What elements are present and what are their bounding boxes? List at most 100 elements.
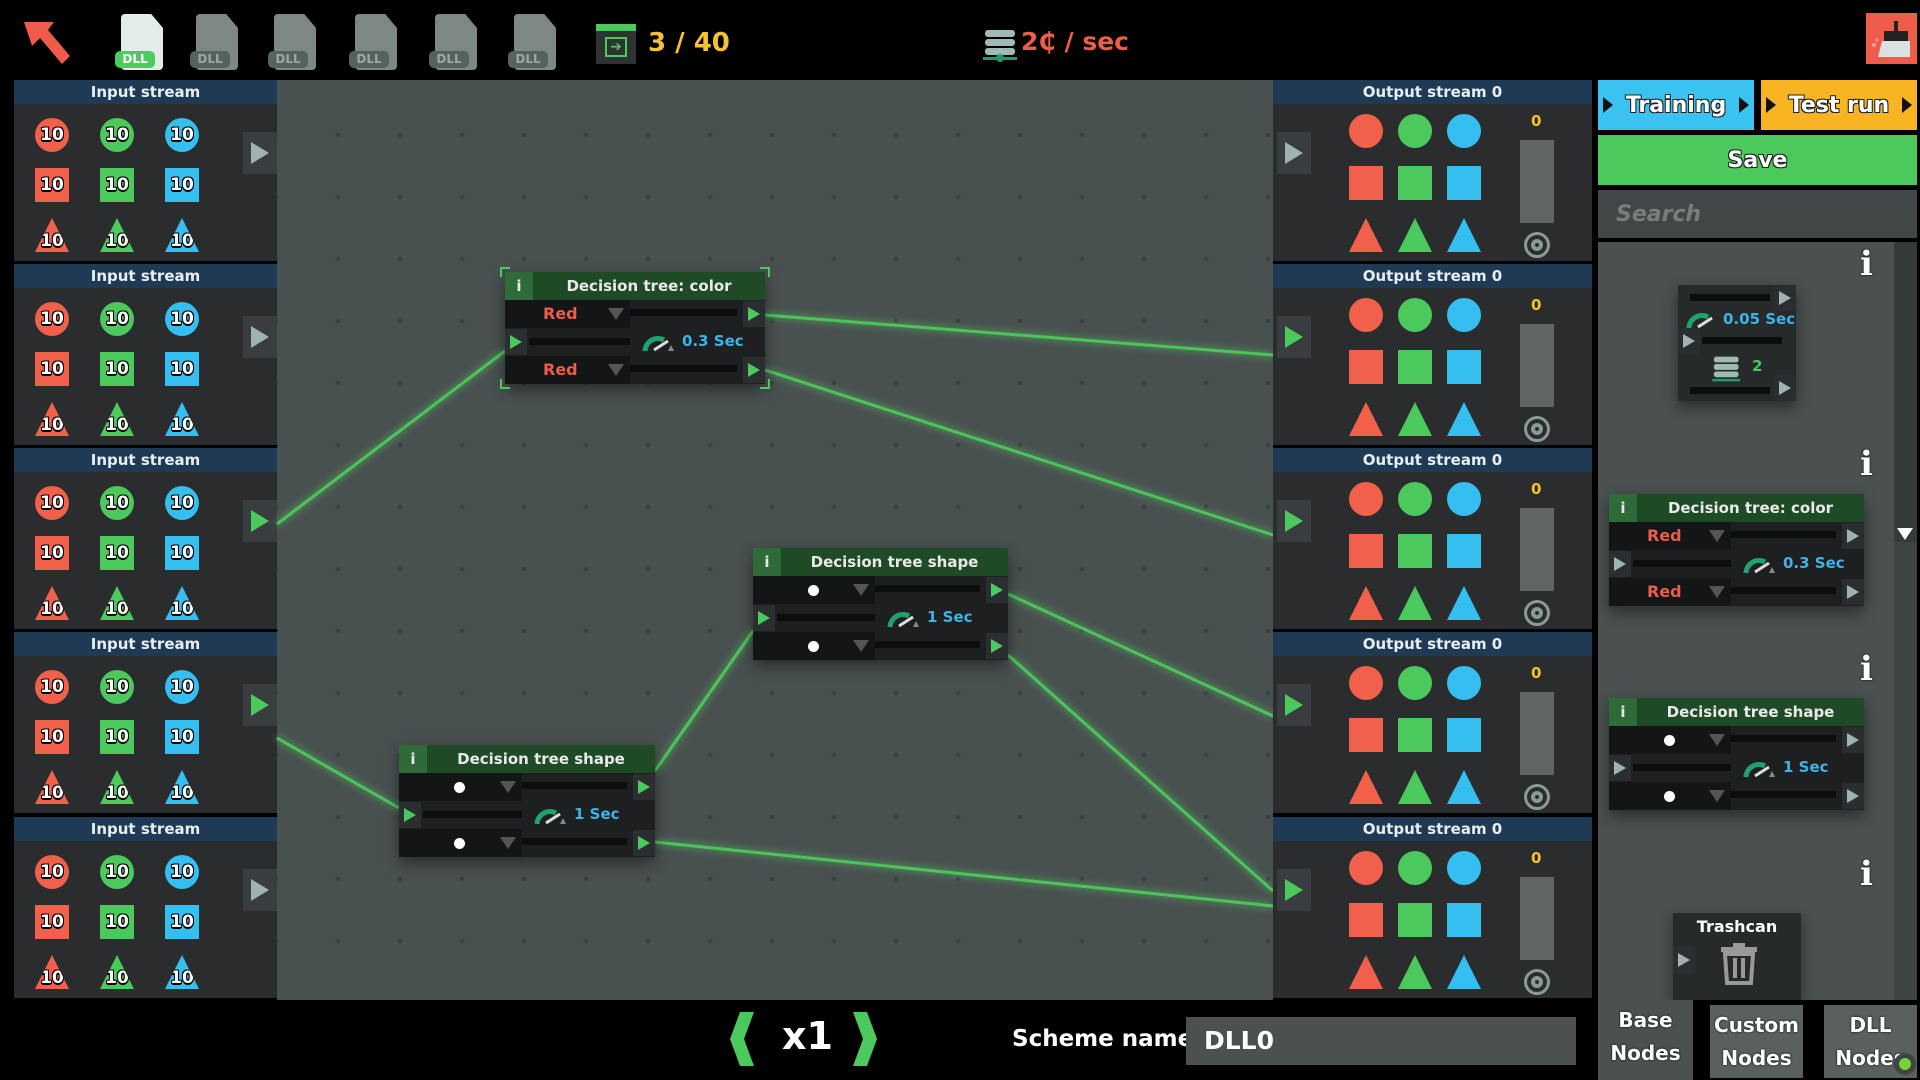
play-icon xyxy=(1847,529,1859,543)
bottom-filter-dropdown[interactable] xyxy=(399,829,522,857)
play-icon xyxy=(1847,733,1859,747)
scheme-name-label: Scheme name : xyxy=(1012,1026,1211,1052)
dll-slot-2[interactable]: DLL xyxy=(190,14,242,72)
input-stream-output-port[interactable] xyxy=(243,316,277,358)
dll-slot-1[interactable]: DLL xyxy=(115,14,167,72)
input-stream-title: Input stream xyxy=(14,448,277,472)
library-node[interactable]: i Decision tree: color Red 0.3 Sec Red xyxy=(1609,494,1864,606)
output-port[interactable] xyxy=(1842,579,1864,605)
output-port[interactable] xyxy=(633,830,655,856)
input-port[interactable] xyxy=(1609,755,1631,781)
dll-slot-6[interactable]: DLL xyxy=(508,14,560,72)
save-button[interactable]: Save xyxy=(1598,135,1917,185)
count-value: 10 xyxy=(40,125,64,145)
input-stream-panel: Input stream 10 10 10 10 10 10 10 10 10 xyxy=(14,80,277,261)
connector-bar xyxy=(1731,735,1836,742)
count-value: 10 xyxy=(170,175,194,195)
info-icon[interactable]: i xyxy=(1860,854,1873,894)
library-trashcan-node[interactable]: Trashcan xyxy=(1673,913,1801,1000)
output-port[interactable] xyxy=(986,577,1008,603)
top-filter-dropdown[interactable]: Red xyxy=(1609,522,1732,550)
node-canvas[interactable] xyxy=(277,80,1273,1000)
green-square-target xyxy=(1398,903,1432,937)
play-icon xyxy=(251,326,269,348)
decision-tree-node[interactable]: i Decision tree shape 1 Sec xyxy=(753,548,1008,660)
decision-tree-node[interactable]: i Decision tree: color Red 0.3 Sec Red xyxy=(500,267,770,389)
output-stream-input-port[interactable] xyxy=(1277,316,1311,358)
output-stream-input-port[interactable] xyxy=(1277,132,1311,174)
output-port[interactable] xyxy=(633,774,655,800)
target-icon[interactable] xyxy=(1524,232,1550,258)
tab-base-nodes[interactable]: Base Nodes xyxy=(1598,1000,1693,1080)
training-button[interactable]: Training xyxy=(1598,80,1754,130)
count-value: 10 xyxy=(105,912,129,932)
scrollbar[interactable] xyxy=(1894,242,1917,1000)
bottom-filter-dropdown[interactable]: Red xyxy=(1609,578,1732,606)
output-port[interactable] xyxy=(743,301,765,327)
target-icon[interactable] xyxy=(1524,784,1550,810)
level-icon: ➔ xyxy=(596,24,636,64)
input-stream-panel: Input stream 10 10 10 10 10 10 10 10 10 xyxy=(14,817,277,998)
bottom-filter-dropdown[interactable] xyxy=(1609,782,1732,810)
count-value: 10 xyxy=(170,125,194,145)
output-stream-input-port[interactable] xyxy=(1277,869,1311,911)
output-port[interactable] xyxy=(1842,727,1864,753)
input-port[interactable] xyxy=(753,605,775,631)
output-port[interactable] xyxy=(1842,783,1864,809)
node-info-button[interactable]: i xyxy=(753,548,781,576)
input-stream-output-port[interactable] xyxy=(243,500,277,542)
info-icon[interactable]: i xyxy=(1860,649,1873,689)
delay-time: 0.05 Sec xyxy=(1723,310,1796,328)
output-stream-input-port[interactable] xyxy=(1277,684,1311,726)
scroll-down-icon[interactable] xyxy=(1897,528,1913,540)
tab-dll-nodes[interactable]: DLL Nodes xyxy=(1824,1005,1917,1078)
node-info-button[interactable]: i xyxy=(1609,698,1637,726)
node-info-button[interactable]: i xyxy=(1609,494,1637,522)
tab-custom-nodes[interactable]: Custom Nodes xyxy=(1710,1005,1803,1078)
top-filter-dropdown[interactable]: Red xyxy=(505,300,630,328)
count-value: 10 xyxy=(105,175,129,195)
count-value: 10 xyxy=(40,862,64,882)
node-processing-time: 1 Sec xyxy=(574,805,620,823)
dll-slot-4[interactable]: DLL xyxy=(349,14,401,72)
library-node[interactable]: i Decision tree shape 1 Sec xyxy=(1609,698,1864,810)
speed-increase-button[interactable] xyxy=(851,1012,879,1066)
count-value: 10 xyxy=(40,415,64,435)
top-filter-dropdown[interactable] xyxy=(753,576,876,604)
target-icon[interactable] xyxy=(1524,600,1550,626)
output-stream-input-port[interactable] xyxy=(1277,500,1311,542)
target-icon[interactable] xyxy=(1524,969,1550,995)
red-triangle-target xyxy=(1349,955,1383,989)
input-port[interactable] xyxy=(399,802,421,828)
back-arrow-icon[interactable] xyxy=(22,20,72,66)
count-value: 10 xyxy=(105,309,129,329)
output-port[interactable] xyxy=(986,633,1008,659)
dll-slot-3[interactable]: DLL xyxy=(268,14,320,72)
search-input[interactable] xyxy=(1598,190,1917,238)
dll-slot-5[interactable]: DLL xyxy=(429,14,481,72)
input-stream-output-port[interactable] xyxy=(243,132,277,174)
node-info-button[interactable]: i xyxy=(399,745,427,773)
top-filter-dropdown[interactable] xyxy=(399,773,522,801)
info-icon[interactable]: i xyxy=(1860,244,1873,284)
output-count: 0 xyxy=(1531,112,1542,130)
library-delay-node[interactable]: 0.05 Sec 2 xyxy=(1678,285,1796,401)
clear-button[interactable] xyxy=(1866,13,1917,64)
input-port[interactable] xyxy=(1609,551,1631,577)
scheme-name-input[interactable]: DLL0 xyxy=(1186,1017,1576,1065)
bottom-filter-dropdown[interactable]: Red xyxy=(505,356,630,384)
green-circle-target xyxy=(1398,851,1432,885)
input-stream-output-port[interactable] xyxy=(243,684,277,726)
scroll-thumb[interactable] xyxy=(1894,242,1917,542)
bottom-filter-dropdown[interactable] xyxy=(753,632,876,660)
target-icon[interactable] xyxy=(1524,416,1550,442)
decision-tree-node[interactable]: i Decision tree shape 1 Sec xyxy=(399,745,655,857)
top-filter-dropdown[interactable] xyxy=(1609,726,1732,754)
info-icon[interactable]: i xyxy=(1860,444,1873,484)
input-stream-output-port[interactable] xyxy=(243,869,277,911)
speed-decrease-button[interactable] xyxy=(728,1012,756,1066)
test-run-button[interactable]: Test run xyxy=(1761,80,1917,130)
circle-shape-icon xyxy=(1664,735,1676,746)
input-port[interactable] xyxy=(505,329,527,355)
output-port[interactable] xyxy=(1842,523,1864,549)
